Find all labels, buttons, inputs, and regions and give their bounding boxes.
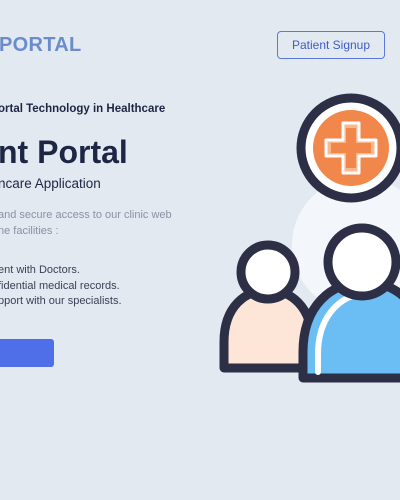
feature-list: ent with Doctors. fidential medical reco… — [0, 263, 122, 310]
hero-title: nt Portal — [0, 134, 128, 170]
description-line: ne facilities : — [0, 225, 59, 237]
feature-item: ent with Doctors. — [0, 264, 80, 276]
medical-plus-icon — [296, 93, 400, 203]
feature-item: pport with our specialists. — [0, 295, 122, 307]
hero-tagline: ortal Technology in Healthcare — [0, 103, 166, 115]
healthcare-illustration — [219, 93, 400, 383]
description-line: and secure access to our clinic web — [0, 209, 172, 221]
hero-subtitle: ncare Application — [0, 176, 101, 191]
get-started-button[interactable] — [0, 339, 54, 367]
hero-description: and secure access to our clinic web ne f… — [0, 207, 172, 239]
patient-signup-button[interactable]: Patient Signup — [277, 31, 385, 59]
brand-logo[interactable]: PORTAL — [0, 34, 82, 57]
feature-item: fidential medical records. — [0, 279, 120, 292]
landing-page: PORTAL Patient Signup ortal Technology i… — [0, 0, 400, 500]
